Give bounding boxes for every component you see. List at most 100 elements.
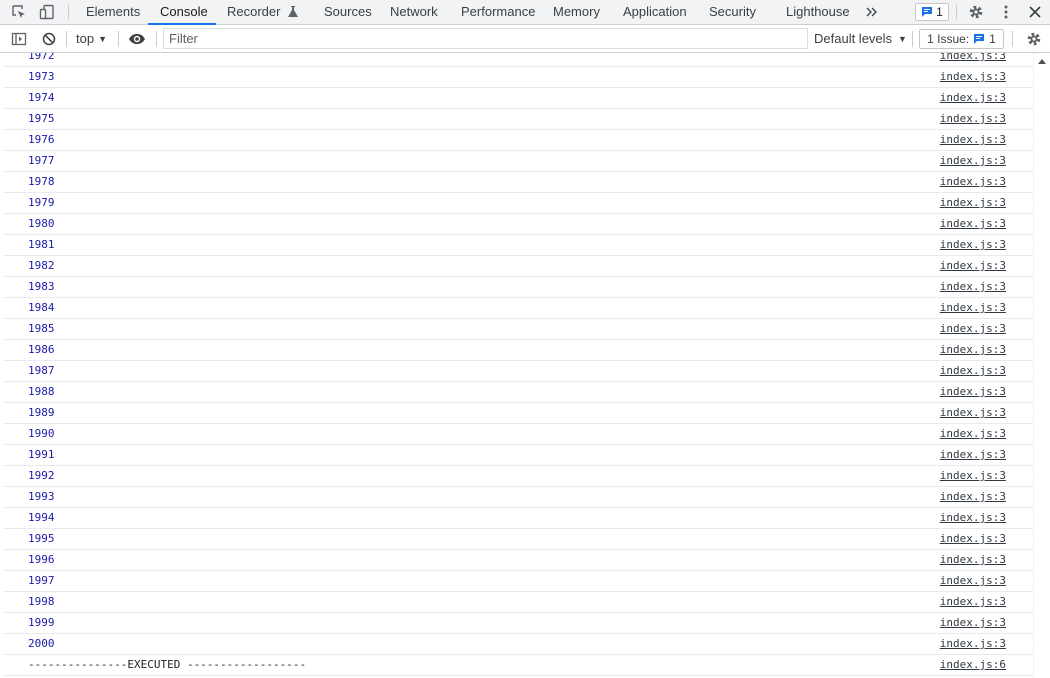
console-message-text: ---------------EXECUTED ----------------… <box>28 658 307 671</box>
source-link[interactable]: index.js:3 <box>940 532 1006 546</box>
console-message-text: 1996 <box>28 553 55 566</box>
inspect-element-icon[interactable] <box>10 3 28 21</box>
source-link[interactable]: index.js:3 <box>940 154 1006 168</box>
console-message-row: 1997 index.js:3 <box>4 571 1033 592</box>
console-message-row: 1973 index.js:3 <box>4 67 1033 88</box>
source-link[interactable]: index.js:3 <box>940 322 1006 336</box>
console-message-row: 1992 index.js:3 <box>4 466 1033 487</box>
source-link[interactable]: index.js:3 <box>940 574 1006 588</box>
console-message-row: 1995 index.js:3 <box>4 529 1033 550</box>
console-scrollbar[interactable] <box>1033 53 1050 678</box>
source-link[interactable]: index.js:3 <box>940 553 1006 567</box>
console-log-area[interactable]: 1972 index.js:3 1973 index.js:3 1974 index.js… <box>0 53 1033 678</box>
console-message-text: 1994 <box>28 511 55 524</box>
flask-icon <box>288 2 299 26</box>
console-message-text: 1999 <box>28 616 55 629</box>
tab-performance[interactable]: Performance <box>461 0 535 25</box>
show-sidebar-icon[interactable] <box>10 30 28 48</box>
console-message-text: 1977 <box>28 154 55 167</box>
more-tabs-chevron-icon[interactable] <box>863 3 881 21</box>
console-message-text: 1998 <box>28 595 55 608</box>
source-link[interactable]: index.js:3 <box>940 385 1006 399</box>
issues-label: 1 Issue: <box>927 32 970 46</box>
log-levels-label: Default levels <box>814 31 893 46</box>
console-message-row: 1983 index.js:3 <box>4 277 1033 298</box>
source-link[interactable]: index.js:3 <box>940 133 1006 147</box>
clear-console-icon[interactable] <box>40 30 58 48</box>
scroll-up-arrow-icon[interactable] <box>1038 59 1046 64</box>
context-selector-label: top <box>76 31 95 46</box>
source-link[interactable]: index.js:3 <box>940 595 1006 609</box>
tab-application[interactable]: Application <box>623 0 687 25</box>
toolbar-divider <box>956 4 957 20</box>
source-link[interactable]: index.js:3 <box>940 343 1006 357</box>
source-link[interactable]: index.js:3 <box>940 91 1006 105</box>
console-message-row: 1999 index.js:3 <box>4 613 1033 634</box>
console-message-row: 1984 index.js:3 <box>4 298 1033 319</box>
console-message-row: 1994 index.js:3 <box>4 508 1033 529</box>
source-link[interactable]: index.js:3 <box>940 175 1006 189</box>
source-link[interactable]: index.js:3 <box>940 112 1006 126</box>
source-link[interactable]: index.js:3 <box>940 490 1006 504</box>
console-message-text: 1975 <box>28 112 55 125</box>
source-link[interactable]: index.js:3 <box>940 616 1006 630</box>
console-message-text: 1997 <box>28 574 55 587</box>
issues-badge-button[interactable]: 1 <box>915 3 949 21</box>
source-link[interactable]: index.js:3 <box>940 196 1006 210</box>
source-link[interactable]: index.js:3 <box>940 280 1006 294</box>
gear-icon[interactable] <box>1025 30 1043 48</box>
eye-icon[interactable] <box>128 30 146 48</box>
console-message-row: 1985 index.js:3 <box>4 319 1033 340</box>
source-link[interactable]: index.js:3 <box>940 406 1006 420</box>
source-link[interactable]: index.js:3 <box>940 364 1006 378</box>
console-message-text: 1990 <box>28 427 55 440</box>
tab-recorder[interactable]: Recorder <box>227 0 299 26</box>
console-messages: 1972 index.js:3 1973 index.js:3 1974 index.js… <box>0 53 1033 676</box>
console-message-text: 1978 <box>28 175 55 188</box>
devtools-tab-bar: Elements Console Recorder Sources Networ… <box>0 0 1050 25</box>
filter-input[interactable] <box>163 28 808 49</box>
tab-sources[interactable]: Sources <box>324 0 372 25</box>
console-message-row: 1993 index.js:3 <box>4 487 1033 508</box>
gear-icon[interactable] <box>967 3 985 21</box>
source-link[interactable]: index.js:3 <box>940 70 1006 84</box>
tab-elements[interactable]: Elements <box>86 0 140 25</box>
console-message-text: 2000 <box>28 637 55 650</box>
source-link[interactable]: index.js:3 <box>940 637 1006 651</box>
source-link[interactable]: index.js:3 <box>940 511 1006 525</box>
console-message-row: 1990 index.js:3 <box>4 424 1033 445</box>
close-icon[interactable] <box>1026 3 1044 21</box>
source-link[interactable]: index.js:3 <box>940 53 1006 63</box>
console-message-row: 1974 index.js:3 <box>4 88 1033 109</box>
toolbar-divider <box>1012 31 1013 47</box>
caret-down-icon: ▼ <box>98 34 107 44</box>
source-link[interactable]: index.js:3 <box>940 217 1006 231</box>
source-link[interactable]: index.js:3 <box>940 238 1006 252</box>
toolbar-divider <box>66 31 67 47</box>
console-message-text: 1981 <box>28 238 55 251</box>
console-message-text: 1979 <box>28 196 55 209</box>
console-message-row: 1988 index.js:3 <box>4 382 1033 403</box>
tab-lighthouse[interactable]: Lighthouse <box>786 0 850 25</box>
source-link[interactable]: index.js:3 <box>940 301 1006 315</box>
tab-network[interactable]: Network <box>390 0 438 25</box>
log-levels-dropdown[interactable]: Default levels ▼ <box>814 29 907 49</box>
source-link[interactable]: index.js:3 <box>940 469 1006 483</box>
tab-security[interactable]: Security <box>709 0 756 25</box>
source-link[interactable]: index.js:3 <box>940 448 1006 462</box>
console-message-row: 1989 index.js:3 <box>4 403 1033 424</box>
console-message-text: 1983 <box>28 280 55 293</box>
tab-console[interactable]: Console <box>160 0 208 25</box>
toolbar-divider <box>912 31 913 47</box>
console-message-row: 2000 index.js:3 <box>4 634 1033 655</box>
console-message-row: 1998 index.js:3 <box>4 592 1033 613</box>
issues-button[interactable]: 1 Issue: 1 <box>919 29 1004 49</box>
source-link[interactable]: index.js:3 <box>940 259 1006 273</box>
context-selector[interactable]: top ▼ <box>72 29 111 49</box>
console-message-text: 1980 <box>28 217 55 230</box>
vertical-dots-icon[interactable] <box>997 3 1015 21</box>
device-toolbar-icon[interactable] <box>38 3 56 21</box>
tab-memory[interactable]: Memory <box>553 0 600 25</box>
source-link[interactable]: index.js:6 <box>940 658 1006 672</box>
source-link[interactable]: index.js:3 <box>940 427 1006 441</box>
